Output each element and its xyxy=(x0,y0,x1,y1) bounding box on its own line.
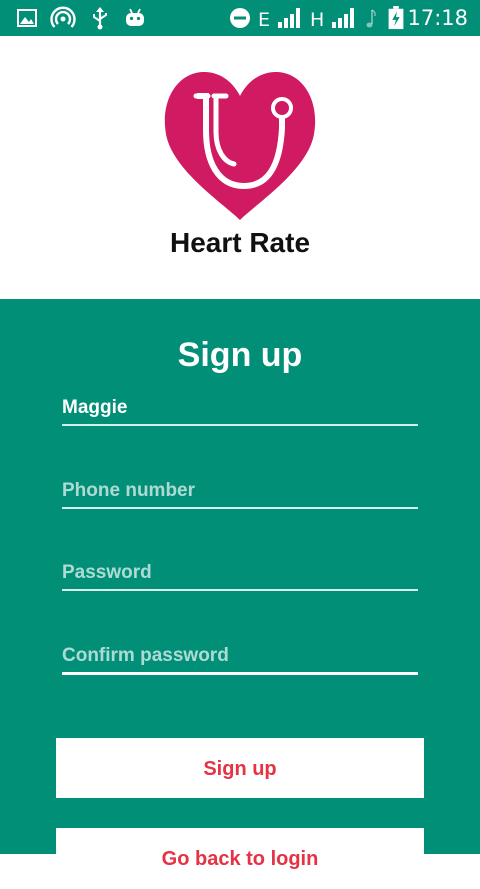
music-note-icon xyxy=(366,9,376,28)
form-title: Sign up xyxy=(177,336,303,374)
heart-stethoscope-logo xyxy=(164,72,316,220)
app-header: Heart Rate xyxy=(0,36,480,299)
network-type-e: E xyxy=(258,9,271,31)
image-icon xyxy=(17,9,37,27)
password-field xyxy=(62,559,418,591)
battery-charging-icon xyxy=(388,6,404,30)
usb-icon xyxy=(93,7,107,30)
network-type-h: H xyxy=(310,9,325,31)
password-input[interactable] xyxy=(62,559,418,587)
phone-input[interactable] xyxy=(62,477,418,505)
signal-icon-2 xyxy=(332,8,354,28)
signup-button[interactable]: Sign up xyxy=(56,738,424,798)
back-to-login-button[interactable]: Go back to login xyxy=(56,828,424,888)
clock: 17:18 xyxy=(407,6,468,30)
signup-form: Sign up Sign up Go back to login xyxy=(0,299,480,888)
confirm-password-input[interactable] xyxy=(62,642,418,670)
android-icon xyxy=(126,8,144,26)
hotspot-icon xyxy=(50,6,76,28)
app-title: Heart Rate xyxy=(169,227,311,258)
phone-field xyxy=(62,477,418,509)
do-not-disturb-icon xyxy=(230,8,250,28)
confirm-password-field xyxy=(62,642,418,675)
name-field xyxy=(62,394,418,426)
signal-icon xyxy=(278,8,300,28)
name-input[interactable] xyxy=(62,394,418,422)
status-bar: E H 17:18 xyxy=(0,0,480,36)
